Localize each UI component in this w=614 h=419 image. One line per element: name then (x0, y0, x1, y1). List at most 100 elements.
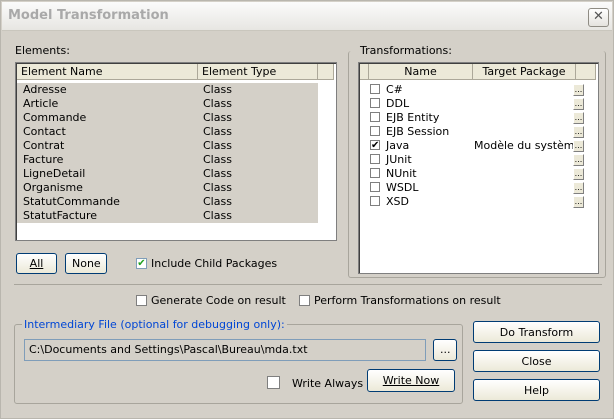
intermediary-path-field[interactable]: C:\Documents and Settings\Pascal\Bureau\… (24, 339, 426, 361)
target-browse-button[interactable]: ... (573, 182, 584, 194)
table-row[interactable]: Article Class (17, 97, 318, 111)
transform-name: NUnit (386, 167, 417, 180)
close-icon: ✕ (593, 9, 604, 24)
transform-name: Java (386, 139, 410, 152)
element-name: Organisme (23, 181, 83, 194)
element-type: Class (203, 83, 232, 96)
transform-target: Modèle du système (474, 139, 582, 152)
transform-name: C# (386, 83, 403, 96)
element-name: Facture (23, 153, 64, 166)
write-always-checkbox[interactable] (267, 376, 280, 389)
write-now-button[interactable]: Write Now (367, 369, 455, 392)
check-icon: ✔ (137, 258, 146, 269)
transform-col-target[interactable]: Target Package (473, 64, 576, 80)
element-name: Adresse (23, 83, 67, 96)
include-child-checkbox[interactable]: ✔ (136, 258, 147, 269)
transform-col-filler (576, 64, 596, 80)
model-transformation-window: Model Transformation ✕ Elements: Element… (0, 0, 614, 419)
table-row[interactable]: Contact Class (17, 125, 318, 139)
none-button[interactable]: None (65, 253, 107, 274)
transform-col-name[interactable]: Name (369, 64, 473, 80)
transform-checkbox[interactable] (370, 84, 380, 94)
target-browse-button[interactable]: ... (573, 140, 584, 152)
element-type: Class (203, 181, 232, 194)
close-window-button[interactable]: ✕ (588, 8, 609, 27)
do-transform-button[interactable]: Do Transform (473, 321, 600, 343)
table-row[interactable]: Organisme Class (17, 181, 318, 195)
target-browse-button[interactable]: ... (573, 168, 584, 180)
target-browse-button[interactable]: ... (573, 126, 584, 138)
transform-name: JUnit (386, 153, 412, 166)
element-type: Class (203, 97, 232, 110)
element-type: Class (203, 153, 232, 166)
table-row[interactable]: LigneDetail Class (17, 167, 318, 181)
target-browse-button[interactable]: ... (573, 84, 584, 96)
list-item[interactable]: JUnit... (360, 153, 585, 167)
target-browse-button[interactable]: ... (573, 154, 584, 166)
elements-col-name[interactable]: Element Name (17, 64, 198, 80)
perform-transformations-checkbox[interactable] (299, 295, 310, 306)
list-item[interactable]: C#... (360, 83, 585, 97)
list-item[interactable]: XSD... (360, 195, 585, 209)
table-row[interactable]: Adresse Class (17, 83, 318, 97)
element-type: Class (203, 209, 232, 222)
window-title: Model Transformation (8, 8, 169, 23)
target-browse-button[interactable]: ... (573, 98, 584, 110)
transform-checkbox[interactable] (370, 154, 380, 164)
transform-checkbox[interactable] (370, 196, 380, 206)
element-name: StatutCommande (23, 195, 120, 208)
transform-checkbox[interactable] (370, 168, 380, 178)
list-item[interactable]: ✔ Java Modèle du système... (360, 139, 585, 153)
list-item[interactable]: DDL... (360, 97, 585, 111)
bottom-separator (14, 284, 602, 285)
help-button[interactable]: Help (473, 379, 600, 401)
table-row[interactable]: StatutCommande Class (17, 195, 318, 209)
transformations-list[interactable]: Name Target Package C#... DDL... EJB Entit… (358, 62, 599, 274)
elements-label: Elements: (15, 44, 70, 57)
write-always-label: Write Always (292, 377, 364, 390)
element-name: Article (23, 97, 59, 110)
element-type: Class (203, 195, 232, 208)
target-browse-button[interactable]: ... (573, 196, 584, 208)
element-name: LigneDetail (23, 167, 86, 180)
table-row[interactable]: StatutFacture Class (17, 209, 318, 223)
target-browse-button[interactable]: ... (573, 112, 584, 124)
elements-list[interactable]: Element Name Element Type Adresse Class Ar… (15, 62, 337, 241)
element-name: Contact (23, 125, 66, 138)
table-row[interactable]: Facture Class (17, 153, 318, 167)
browse-button[interactable]: ... (433, 339, 457, 361)
transform-name: EJB Session (386, 125, 450, 138)
transformations-label: Transformations: (358, 44, 454, 57)
element-type: Class (203, 111, 232, 124)
all-button[interactable]: All (16, 253, 57, 274)
element-name: Commande (23, 111, 87, 124)
elements-col-type[interactable]: Element Type (198, 64, 318, 80)
transform-name: DDL (386, 97, 410, 110)
elements-col-filler (318, 64, 334, 80)
transform-checkbox[interactable] (370, 112, 380, 122)
element-type: Class (203, 167, 232, 180)
transform-col-check (360, 64, 369, 80)
intermediary-label: Intermediary File (optional for debuggin… (22, 318, 287, 331)
element-name: StatutFacture (23, 209, 98, 222)
list-item[interactable]: NUnit... (360, 167, 585, 181)
list-item[interactable]: EJB Session... (360, 125, 585, 139)
transform-checkbox[interactable]: ✔ (370, 140, 380, 151)
intermediary-group (14, 324, 463, 404)
generate-code-checkbox[interactable] (136, 295, 147, 306)
list-item[interactable]: EJB Entity... (360, 111, 585, 125)
perform-transformations-label: Perform Transformations on result (314, 294, 501, 307)
transform-name: XSD (386, 195, 409, 208)
table-row[interactable]: Commande Class (17, 111, 318, 125)
table-row[interactable]: Contrat Class (17, 139, 318, 153)
generate-code-label: Generate Code on result (151, 294, 286, 307)
transform-checkbox[interactable] (370, 98, 380, 108)
include-child-label: Include Child Packages (151, 257, 278, 270)
transform-checkbox[interactable] (370, 126, 380, 136)
element-type: Class (203, 125, 232, 138)
transform-name: EJB Entity (386, 111, 440, 124)
transform-name: WSDL (386, 181, 419, 194)
transform-checkbox[interactable] (370, 182, 380, 192)
list-item[interactable]: WSDL... (360, 181, 585, 195)
close-button[interactable]: Close (473, 350, 600, 372)
